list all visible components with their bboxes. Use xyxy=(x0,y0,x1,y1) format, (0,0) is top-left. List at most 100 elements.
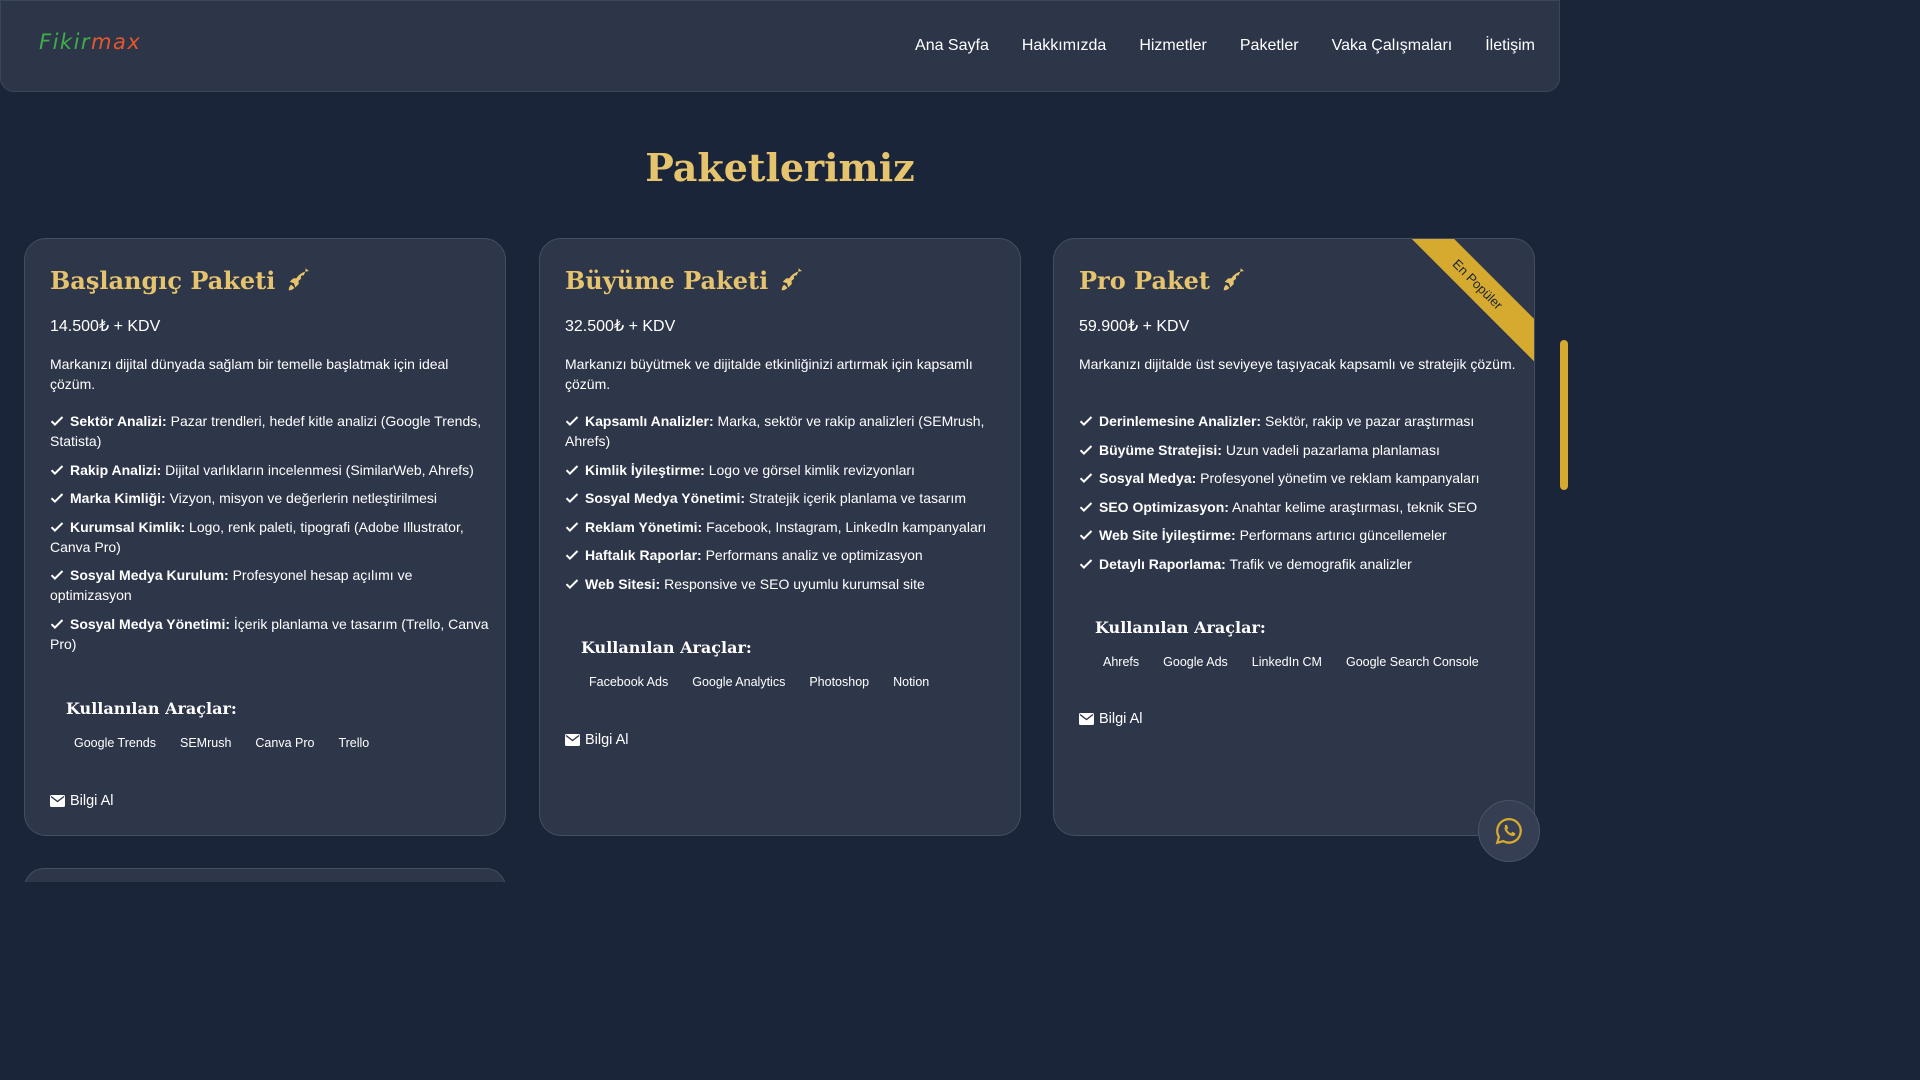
info-button-label: Bilgi Al xyxy=(1099,711,1143,727)
page: Fikirmax Ana Sayfa Hakkımızda Hizmetler … xyxy=(0,0,1568,882)
feature-text: Facebook, Instagram, LinkedIn kampanyala… xyxy=(706,518,987,535)
feature-name: Kimlik İyileştirme: xyxy=(585,461,705,478)
section-title: Paketlerimiz xyxy=(645,145,915,190)
package-card: Büyüme Paketi 32.500₺ + KDV Markanızı bü… xyxy=(539,238,1021,836)
rocket-icon xyxy=(781,267,803,290)
check-icon xyxy=(565,579,579,589)
next-package-card xyxy=(24,868,506,882)
feature-text: Trafik ve demografik analizler xyxy=(1229,555,1412,572)
package-price: 59.900₺ + KDV xyxy=(1079,318,1190,335)
tools-title: Kullanılan Araçlar: xyxy=(66,699,237,718)
feature-item: Haftalık Raporlar: Performans analiz ve … xyxy=(565,545,1005,565)
nav-home[interactable]: Ana Sayfa xyxy=(915,37,989,55)
feature-text: Sektör, rakip ve pazar araştırması xyxy=(1264,413,1475,429)
feature-item: Web Sitesi: Responsive ve SEO uyumlu kur… xyxy=(565,574,1005,594)
feature-item: Rakip Analizi: Dijital varlıkların incel… xyxy=(50,460,490,480)
nav-packages[interactable]: Paketler xyxy=(1240,37,1299,55)
feature-text: Profesyonel yönetim ve reklam kampanyala… xyxy=(1200,470,1480,487)
feature-item: Kurumsal Kimlik: Logo, renk paleti, tipo… xyxy=(50,517,490,557)
package-description: Markanızı büyütmek ve dijitalde etkinliğ… xyxy=(565,356,973,392)
info-button[interactable]: Bilgi Al xyxy=(50,793,114,809)
tools-title: Kullanılan Araçlar: xyxy=(581,638,752,657)
feature-item: Reklam Yönetimi: Facebook, Instagram, Li… xyxy=(565,517,1005,537)
check-icon xyxy=(50,619,64,629)
check-icon xyxy=(565,464,579,475)
tool-tag: Google Trends xyxy=(74,736,156,750)
tools-list: Google Trends SEMrush Canva Pro Trello xyxy=(74,736,393,750)
tool-tag: Trello xyxy=(338,736,370,750)
package-title-text: Büyüme Paketi xyxy=(565,266,769,295)
feature-name: Sosyal Medya Kurulum: xyxy=(70,567,229,584)
check-icon xyxy=(565,550,579,561)
feature-item: Sosyal Medya Yönetimi: İçerik planlama v… xyxy=(50,614,490,654)
tool-tag: SEMrush xyxy=(180,736,232,750)
feature-list: Sektör Analizi: Pazar trendleri, hedef k… xyxy=(50,411,490,663)
tool-tag: Ahrefs xyxy=(1103,655,1140,669)
check-icon xyxy=(50,416,64,427)
feature-name: Sosyal Medya Yönetimi: xyxy=(70,615,231,632)
package-title-text: Pro Paket xyxy=(1079,266,1210,295)
tools-list: Facebook Ads Google Analytics Photoshop Not… xyxy=(589,675,953,689)
feature-name: Reklam Yönetimi: xyxy=(585,518,703,535)
feature-item: Marka Kimliği: Vizyon, misyon ve değerle… xyxy=(50,488,490,508)
check-icon xyxy=(50,570,64,581)
feature-item: Detaylı Raporlama: Trafik ve demografik … xyxy=(1079,554,1519,574)
tool-tag: Google Ads xyxy=(1163,655,1228,669)
package-title: Pro Paket xyxy=(1079,266,1248,295)
feature-name: Detaylı Raporlama: xyxy=(1099,555,1226,572)
check-icon xyxy=(50,522,64,532)
info-button-label: Bilgi Al xyxy=(70,793,114,809)
feature-item: Derinlemesine Analizler: Sektör, rakip v… xyxy=(1079,411,1519,431)
feature-name: Rakip Analizi: xyxy=(70,461,162,478)
tool-tag: Canva Pro xyxy=(255,736,315,750)
feature-list: Derinlemesine Analizler: Sektör, rakip v… xyxy=(1079,411,1519,583)
feature-name: Marka Kimliği: xyxy=(70,490,166,507)
check-icon xyxy=(50,493,64,504)
tool-tag: Google Search Console xyxy=(1345,655,1479,669)
feature-text: Anahtar kelime araştırması, teknik SEO xyxy=(1232,498,1478,515)
feature-item: Sektör Analizi: Pazar trendleri, hedef k… xyxy=(50,411,490,451)
envelope-icon xyxy=(50,795,65,807)
logo-part-2: max xyxy=(91,30,142,54)
package-description: Markanızı dijital dünyada sağlam bir tem… xyxy=(50,356,449,392)
feature-name: Haftalık Raporlar: xyxy=(585,547,702,564)
nav-case-studies[interactable]: Vaka Çalışmaları xyxy=(1332,37,1453,55)
feature-name: Kapsamlı Analizler: xyxy=(585,413,714,429)
rocket-icon xyxy=(289,267,310,290)
nav-services[interactable]: Hizmetler xyxy=(1139,37,1207,55)
package-title: Başlangıç Paketi xyxy=(50,266,313,295)
feature-text: Performans artırıcı güncellemeler xyxy=(1239,527,1447,544)
feature-name: Sosyal Medya: xyxy=(1099,470,1197,487)
nav-about[interactable]: Hakkımızda xyxy=(1022,37,1106,55)
scrollbar[interactable] xyxy=(1560,340,1568,490)
package-card: En Popüler Pro Paket 59.900₺ + KDV Marka… xyxy=(1053,238,1535,836)
info-button[interactable]: Bilgi Al xyxy=(565,732,629,748)
feature-name: Web Site İyileştirme: xyxy=(1099,527,1236,544)
feature-text: Logo ve görsel kimlik revizyonları xyxy=(708,461,915,478)
feature-name: Sosyal Medya Yönetimi: xyxy=(585,490,746,507)
tool-tag: LinkedIn CM xyxy=(1251,655,1322,669)
info-button-label: Bilgi Al xyxy=(585,732,629,748)
popular-badge: En Popüler xyxy=(1396,239,1534,366)
feature-text: Vizyon, misyon ve değerlerin netleştiril… xyxy=(169,490,438,507)
check-icon xyxy=(565,522,579,532)
tool-tag: Facebook Ads xyxy=(589,675,669,689)
feature-item: Sosyal Medya Kurulum: Profesyonel hesap … xyxy=(50,565,490,605)
feature-text: Responsive ve SEO uyumlu kurumsal site xyxy=(664,575,925,592)
check-icon xyxy=(565,416,579,427)
check-icon xyxy=(1079,502,1093,512)
tool-tag: Google Analytics xyxy=(692,675,786,689)
check-icon xyxy=(1079,473,1093,484)
feature-item: Web Site İyileştirme: Performans artırıc… xyxy=(1079,525,1519,545)
feature-list: Kapsamlı Analizler: Marka, sektör ve rak… xyxy=(565,411,1005,603)
feature-name: SEO Optimizasyon: xyxy=(1099,498,1229,515)
feature-text: Dijital varlıkların incelenmesi (Similar… xyxy=(165,461,474,478)
package-title: Büyüme Paketi xyxy=(565,266,806,295)
package-card: Başlangıç Paketi 14.500₺ + KDV Markanızı… xyxy=(24,238,506,836)
envelope-icon xyxy=(565,734,580,746)
whatsapp-button[interactable] xyxy=(1478,800,1540,862)
info-button[interactable]: Bilgi Al xyxy=(1079,711,1143,727)
logo[interactable]: Fikirmax xyxy=(39,30,141,54)
feature-name: Derinlemesine Analizler: xyxy=(1099,413,1262,429)
nav-contact[interactable]: İletişim xyxy=(1485,37,1535,55)
